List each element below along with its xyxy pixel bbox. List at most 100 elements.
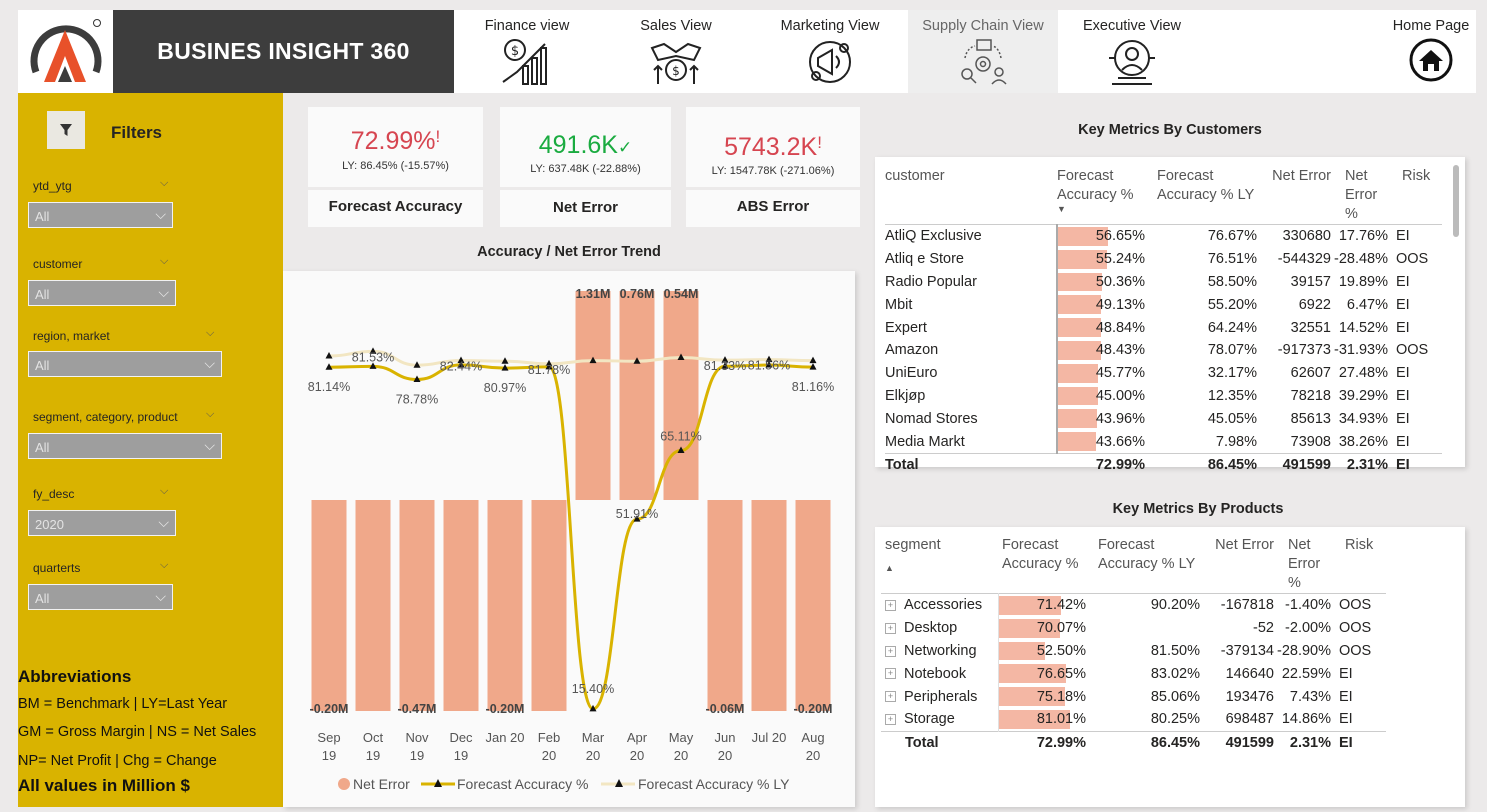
ly-data-label: 81.53% <box>352 350 394 364</box>
expand-icon[interactable]: + <box>885 691 896 703</box>
table-row[interactable]: AtliQ Exclusive 56.65% 76.67% 330680 17.76% E… <box>885 224 1442 248</box>
ly-data-label: 82.44% <box>440 359 482 373</box>
cell-value: 45.77% <box>1095 365 1145 382</box>
slicer-ytd-ytg-dropdown[interactable]: All ⌵ <box>28 202 173 228</box>
expand-icon[interactable]: + <box>885 668 896 680</box>
forecast-accuracy-cell: 43.66% <box>1056 430 1145 454</box>
chevron-down-icon[interactable]: ⌵ <box>206 408 214 421</box>
table-row[interactable]: UniEuro 45.77% 32.17% 62607 27.48% EI <box>885 361 1442 385</box>
net-error-cell: 146640 <box>1225 665 1274 682</box>
column-header[interactable]: Net Error % <box>1274 536 1331 594</box>
slicer-value: All <box>35 440 50 455</box>
table-row[interactable]: Radio Popular 50.36% 58.50% 39157 19.89% EI <box>885 270 1442 294</box>
nav-sales-view[interactable]: Sales View $ <box>622 10 730 93</box>
chevron-down-icon[interactable]: ⌵ <box>206 327 214 340</box>
column-header[interactable]: Forecast Accuracy % <box>998 536 1086 594</box>
nav-executive-view[interactable]: Executive View <box>1072 10 1192 93</box>
net-error-pct-cell: 27.48% <box>1338 365 1388 382</box>
slicer-fy-desc-dropdown[interactable]: 2020 ⌵ <box>28 510 176 536</box>
table-row[interactable]: Mbit 49.13% 55.20% 6922 6.47% EI <box>885 293 1442 317</box>
risk-cell: EI <box>1339 688 1353 705</box>
table-row[interactable]: + Accessories 71.42% 90.20% -167818 -1.40% OOS <box>881 593 1386 617</box>
x-axis-tick-label: Apr <box>627 730 648 745</box>
column-header[interactable]: Forecast Accuracy % LY <box>1145 167 1257 225</box>
net-error-pct-cell: -1.40% <box>1285 597 1331 614</box>
column-header[interactable]: Forecast Accuracy % LY <box>1086 536 1200 594</box>
column-header[interactable]: customer <box>885 167 1057 225</box>
slicer-region-market-dropdown[interactable]: All ⌵ <box>28 351 222 377</box>
net-error-bar <box>443 500 479 711</box>
kpi-value-text: 491.6K <box>538 131 618 159</box>
forecast-accuracy-cell: 43.96% <box>1056 407 1145 431</box>
column-header-sorted[interactable]: Forecast Accuracy % ▼ <box>1057 167 1145 225</box>
total-net-error-pct: 2.31% <box>1274 730 1331 755</box>
table-row[interactable]: Expert 48.84% 64.24% 32551 14.52% EI <box>885 316 1442 339</box>
table-row[interactable]: Nomad Stores 43.96% 45.05% 85613 34.93% EI <box>885 407 1442 431</box>
table-row[interactable]: + Storage 81.01% 80.25% 698487 14.86% EI <box>881 707 1386 732</box>
bar-data-label: -0.20M <box>794 702 833 716</box>
table-row[interactable]: + Notebook 76.65% 83.02% 146640 22.59% EI <box>881 662 1386 686</box>
slicer-segment-dropdown[interactable]: All ⌵ <box>28 433 222 459</box>
x-axis-tick-label: 20 <box>542 748 556 763</box>
risk-cell: EI <box>1339 665 1353 682</box>
row-name: Networking <box>904 642 977 659</box>
kpi-forecast-accuracy-card: 72.99%! LY: 86.45% (-15.57%) <box>308 107 483 187</box>
chevron-down-icon[interactable]: ⌵ <box>160 177 168 190</box>
slicer-quarters-dropdown[interactable]: All ⌵ <box>28 584 173 610</box>
abbreviations-title: Abbreviations <box>18 667 132 686</box>
table-row[interactable]: Media Markt 43.66% 7.98% 73908 38.26% EI <box>885 430 1442 454</box>
forecast-accuracy-ly-cell: 90.20% <box>1150 597 1200 614</box>
kpi-value: 72.99%! <box>308 127 483 156</box>
column-header[interactable]: Risk <box>1388 167 1442 225</box>
chevron-down-icon: ⌵ <box>158 284 169 300</box>
svg-text:$: $ <box>511 44 519 59</box>
nav-finance-view[interactable]: Finance view $ <box>468 10 586 93</box>
table-row[interactable]: Amazon 48.43% 78.07% -917373 -31.93% OOS <box>885 338 1442 362</box>
slicer-customer-dropdown[interactable]: All ⌵ <box>28 280 176 306</box>
risk-cell: OOS <box>1339 642 1372 659</box>
x-axis-tick-label: May <box>669 730 694 745</box>
net-error-bar <box>311 500 347 711</box>
table-row[interactable]: + Networking 52.50% 81.50% -379134 -28.90% OOS <box>881 639 1386 663</box>
net-error-cell: 85613 <box>1290 410 1331 427</box>
chevron-down-icon[interactable]: ⌵ <box>160 485 168 498</box>
forecast-accuracy-ly-cell: 55.20% <box>1207 296 1257 313</box>
supply-chain-icon <box>961 39 1007 85</box>
forecast-accuracy-cell: 71.42% <box>997 593 1086 617</box>
risk-cell: OOS <box>1339 620 1372 637</box>
total-net-error: 491599 <box>1257 452 1331 477</box>
abbreviation-line: GM = Gross Margin | NS = Net Sales <box>18 724 257 740</box>
table-row[interactable]: Elkjøp 45.00% 12.35% 78218 39.29% EI <box>885 384 1442 408</box>
expand-icon[interactable]: + <box>885 600 896 612</box>
table-header-row: segment ▲ Forecast Accuracy % Forecast Ac… <box>881 536 1386 594</box>
expand-icon[interactable]: + <box>885 622 896 634</box>
total-net-error-pct: 2.31% <box>1331 452 1388 477</box>
row-label: + Networking <box>881 640 998 663</box>
x-axis-tick-label: 20 <box>718 748 732 763</box>
expand-icon[interactable]: + <box>885 645 896 657</box>
column-header-sorted[interactable]: segment ▲ <box>881 536 998 594</box>
x-axis-tick-label: Oct <box>363 730 384 745</box>
column-header[interactable]: Net Error <box>1257 167 1331 225</box>
filter-toggle-button[interactable] <box>47 111 85 149</box>
net-error-pct-cell: -28.90% <box>1276 642 1331 659</box>
x-axis-tick-label: Nov <box>405 730 429 745</box>
nav-executive-label: Executive View <box>1082 18 1182 34</box>
table-row[interactable]: + Desktop 70.07% -52 -2.00% OOS <box>881 616 1386 640</box>
column-header[interactable]: Risk <box>1331 536 1386 594</box>
chevron-down-icon[interactable]: ⌵ <box>160 255 168 268</box>
alert-icon: ! <box>817 133 822 152</box>
expand-icon[interactable]: + <box>885 714 896 726</box>
column-header[interactable]: Net Error % <box>1331 167 1388 225</box>
risk-cell: OOS <box>1396 251 1429 268</box>
risk-cell: EI <box>1396 319 1410 336</box>
nav-marketing-view[interactable]: Marketing View <box>768 10 892 93</box>
chevron-down-icon[interactable]: ⌵ <box>160 559 168 572</box>
table-row[interactable]: + Peripherals 75.18% 85.06% 193476 7.43% EI <box>881 685 1386 708</box>
slicer-label-region-market: region, market <box>33 329 110 343</box>
column-header[interactable]: Net Error <box>1200 536 1274 594</box>
table-scrollbar[interactable] <box>1453 165 1459 237</box>
nav-supply-chain-view[interactable]: Supply Chain View <box>908 10 1058 93</box>
table-row[interactable]: Atliq e Store 55.24% 76.51% -544329 -28.48% O… <box>885 247 1442 271</box>
nav-home-page[interactable]: Home Page <box>1386 10 1476 93</box>
